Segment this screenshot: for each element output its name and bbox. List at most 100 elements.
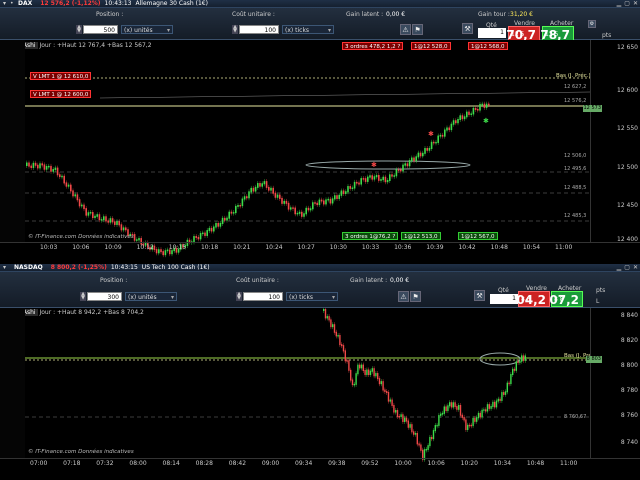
xtick: 08:14 bbox=[162, 460, 180, 467]
settings-icon[interactable]: ⚙ bbox=[588, 20, 596, 28]
candle bbox=[246, 196, 248, 199]
xtick: 10:24 bbox=[265, 244, 283, 251]
close-icon[interactable]: ✕ bbox=[633, 264, 638, 271]
qty-unit-select[interactable]: (x) unités bbox=[125, 292, 177, 302]
maximize-icon[interactable]: ▢ bbox=[624, 264, 630, 271]
candle bbox=[219, 222, 222, 227]
nasdaq-title-bar: ▾ NASDAQ 8 800,2 (-1,25%) 10:43:15 US Te… bbox=[0, 264, 640, 272]
order-icon[interactable]: ⚑ bbox=[410, 291, 421, 302]
limit-order-1[interactable]: V LMT 1 @ 12 610,0 bbox=[30, 72, 92, 80]
candle bbox=[506, 382, 508, 393]
candle bbox=[432, 430, 435, 440]
alert-icon[interactable]: ⚠ bbox=[398, 291, 409, 302]
minimize-icon[interactable]: ▁ bbox=[617, 264, 622, 271]
limit-order-2[interactable]: V LMT 1 @ 12 600,0 bbox=[30, 90, 92, 98]
ticks-unit-select[interactable]: (x) ticks bbox=[286, 292, 338, 302]
candle bbox=[294, 207, 296, 215]
sell-button[interactable]: 8 8 04,2 bbox=[516, 291, 550, 307]
candle bbox=[341, 344, 343, 347]
candle bbox=[296, 212, 299, 215]
position-label: Position : bbox=[96, 11, 124, 18]
ticks-input[interactable]: 100 bbox=[239, 25, 279, 34]
order-tag-4[interactable]: 3 ordres 1@76,2 ? bbox=[342, 232, 399, 240]
order-tag-2[interactable]: 1@12 528,0 bbox=[411, 42, 451, 50]
ticks-spinner[interactable]: ▲ ▼ bbox=[236, 292, 242, 301]
menu-icon[interactable]: ▾ bbox=[3, 0, 6, 7]
nasdaq-chart[interactable]: Heikin-Ashi Jour : +Haut 8 942,2 +Bas 8 … bbox=[0, 308, 640, 480]
maximize-icon[interactable]: ▢ bbox=[624, 0, 630, 7]
buy-button[interactable]: 8 8 07,2 bbox=[549, 291, 583, 307]
nasdaq-symbol: NASDAQ bbox=[14, 264, 43, 271]
candle bbox=[415, 156, 417, 162]
xtick: 08:28 bbox=[195, 460, 213, 467]
xtick: 10:12 bbox=[136, 244, 154, 251]
candle bbox=[83, 204, 85, 210]
ticks-spinner[interactable]: ▲ ▼ bbox=[232, 25, 238, 34]
order-tag-5[interactable]: 1@12 513,0 bbox=[401, 232, 441, 240]
candle bbox=[45, 166, 48, 170]
candle bbox=[136, 239, 138, 241]
candle bbox=[248, 191, 250, 199]
candle bbox=[485, 409, 487, 412]
order-icon[interactable]: ⚑ bbox=[412, 24, 423, 35]
candle bbox=[426, 148, 428, 151]
candle bbox=[320, 199, 323, 202]
qty-spinner[interactable]: ▲ ▼ bbox=[76, 25, 82, 34]
qty-spinner[interactable]: ▲ ▼ bbox=[80, 292, 86, 301]
xtick: 10:18 bbox=[200, 244, 219, 251]
ticks-input[interactable]: 100 bbox=[243, 292, 283, 301]
dax-chart[interactable]: Heikin-Ashi Jour : +Haut 12 767,4 +Bas 1… bbox=[0, 40, 640, 264]
candle bbox=[468, 424, 471, 427]
tools-icon[interactable]: ⚒ bbox=[474, 290, 485, 301]
dax-symbol: DAX bbox=[18, 0, 33, 7]
tools-icon[interactable]: ⚒ bbox=[462, 23, 473, 34]
order-tag-1[interactable]: 3 ordres 478,2 1,2 ? bbox=[342, 42, 404, 50]
candle bbox=[81, 204, 83, 207]
candle bbox=[111, 218, 114, 223]
candle bbox=[431, 436, 433, 440]
candle bbox=[217, 222, 219, 227]
candle bbox=[285, 200, 288, 204]
candle bbox=[327, 198, 329, 201]
alert-icon[interactable]: ⚠ bbox=[400, 24, 411, 35]
xtick: 10:33 bbox=[361, 244, 380, 251]
order-tag-6[interactable]: 1@12 567,0 bbox=[458, 232, 498, 240]
candle bbox=[420, 444, 422, 451]
candle bbox=[470, 113, 472, 115]
candle bbox=[435, 141, 437, 144]
qte-input[interactable]: 1 bbox=[490, 294, 518, 304]
qte-input[interactable]: 1 bbox=[478, 28, 506, 38]
candle bbox=[342, 190, 345, 194]
qty-input[interactable]: 500 bbox=[83, 25, 118, 34]
xtick: 07:18 bbox=[63, 460, 81, 467]
candle bbox=[70, 184, 72, 192]
candle bbox=[400, 169, 402, 172]
candle bbox=[228, 211, 230, 219]
candle bbox=[492, 401, 494, 407]
candle bbox=[400, 414, 402, 418]
candle bbox=[386, 179, 389, 183]
side-price: 8 760,67 bbox=[564, 414, 587, 420]
xtick: 10:39 bbox=[426, 244, 444, 251]
candle bbox=[345, 191, 347, 194]
menu-icon[interactable]: ▾ bbox=[3, 264, 6, 271]
candle bbox=[254, 186, 257, 192]
ticks-unit-select[interactable]: (x) ticks bbox=[282, 25, 334, 35]
candle bbox=[418, 443, 420, 446]
qty-unit-select[interactable]: (x) unités bbox=[121, 25, 173, 35]
candle bbox=[497, 398, 499, 402]
star-icon[interactable]: • bbox=[10, 0, 14, 7]
candle bbox=[39, 163, 41, 169]
candle bbox=[508, 382, 510, 385]
candle bbox=[208, 227, 211, 232]
xtick: 10:48 bbox=[526, 460, 545, 467]
close-icon[interactable]: ✕ bbox=[633, 0, 638, 7]
order-tag-3[interactable]: 1@12 568,0 bbox=[468, 42, 508, 50]
minimize-icon[interactable]: ▁ bbox=[617, 0, 622, 7]
qty-input[interactable]: 300 bbox=[87, 292, 122, 301]
candle bbox=[373, 176, 376, 180]
candle bbox=[404, 417, 406, 422]
candle bbox=[103, 216, 105, 221]
candle bbox=[519, 360, 521, 363]
dax-price-axis: 12 650 12 600 12 550 12 500 12 450 12 40… bbox=[590, 40, 640, 243]
